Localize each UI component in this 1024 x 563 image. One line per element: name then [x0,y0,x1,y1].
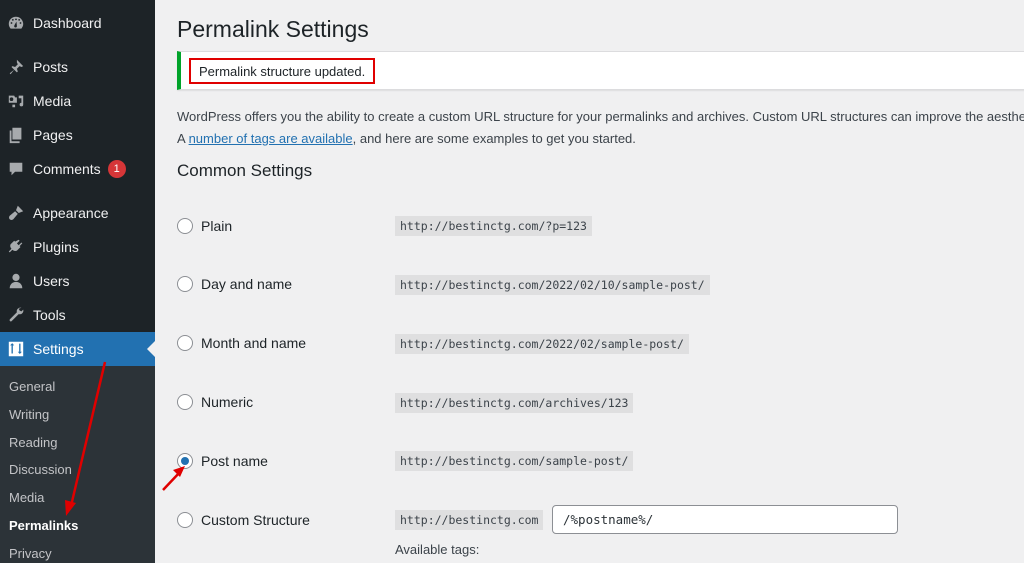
option-label[interactable]: Month and name [201,335,306,351]
pages-icon [6,125,26,145]
intro-line-1: WordPress offers you the ability to crea… [177,109,1024,124]
settings-sliders-icon [6,339,26,359]
radio-custom-structure[interactable] [177,512,193,528]
available-tags-label: Available tags: [395,542,480,557]
custom-structure-input[interactable] [552,505,898,534]
page-title: Permalink Settings [177,16,369,42]
intro-text: WordPress offers you the ability to crea… [177,106,1024,150]
radio-numeric[interactable] [177,394,193,410]
submenu-item-general[interactable]: General [9,379,55,394]
radio-month-and-name[interactable] [177,335,193,351]
sidebar-item-comments[interactable]: Comments 1 [0,152,155,186]
option-custom-structure: Custom Structure [177,508,310,532]
option-label[interactable]: Post name [201,453,268,469]
dashboard-icon [6,13,26,33]
sidebar-item-posts[interactable]: Posts [0,50,155,84]
option-label[interactable]: Plain [201,218,232,234]
sidebar-item-label: Posts [33,59,69,75]
sidebar-item-label: Pages [33,127,73,143]
paintbrush-icon [6,203,26,223]
admin-sidebar: Dashboard Posts Media Pages Comments 1 A… [0,0,155,563]
sidebar-item-plugins[interactable]: Plugins [0,230,155,264]
sidebar-item-label: Dashboard [33,15,102,31]
example-url-month-and-name: http://bestinctg.com/2022/02/sample-post… [395,334,689,354]
option-post-name: Post name [177,449,268,473]
notice-text: Permalink structure updated. [199,63,366,79]
submenu-item-media[interactable]: Media [9,490,44,505]
submenu-item-reading[interactable]: Reading [9,435,57,450]
tags-available-link[interactable]: number of tags are available [189,131,353,146]
option-numeric: Numeric [177,390,253,414]
option-label[interactable]: Day and name [201,276,292,292]
pin-icon [6,57,26,77]
option-month-and-name: Month and name [177,331,306,355]
comment-icon [6,159,26,179]
option-label[interactable]: Custom Structure [201,512,310,528]
wrench-icon [6,305,26,325]
custom-structure-prefix: http://bestinctg.com [395,510,544,530]
example-url-numeric: http://bestinctg.com/archives/123 [395,393,634,413]
user-icon [6,271,26,291]
settings-submenu: General Writing Reading Discussion Media… [0,366,155,563]
sidebar-item-settings[interactable]: Settings [0,332,155,366]
sidebar-item-label: Settings [33,341,84,357]
option-day-and-name: Day and name [177,272,292,296]
sidebar-item-media[interactable]: Media [0,84,155,118]
radio-post-name[interactable] [177,453,193,469]
main-content: Permalink Settings Permalink structure u… [155,0,1024,563]
sidebar-item-label: Plugins [33,239,79,255]
media-icon [6,91,26,111]
option-label[interactable]: Numeric [201,394,253,410]
option-plain: Plain [177,214,232,238]
plug-icon [6,237,26,257]
intro-prefix: A [177,131,189,146]
sidebar-item-label: Appearance [33,205,109,221]
example-url-plain: http://bestinctg.com/?p=123 [395,216,592,236]
sidebar-item-label: Comments [33,161,101,177]
sidebar-item-label: Users [33,273,70,289]
common-settings-heading: Common Settings [177,161,313,180]
submenu-item-discussion[interactable]: Discussion [9,462,72,477]
submenu-item-writing[interactable]: Writing [9,407,49,422]
sidebar-item-label: Media [33,93,72,109]
sidebar-item-label: Tools [33,307,66,323]
comments-count-badge: 1 [107,160,126,178]
notice-highlight-box: Permalink structure updated. [189,58,376,84]
sidebar-item-tools[interactable]: Tools [0,298,155,332]
intro-line-2: A number of tags are available, and here… [177,128,1024,150]
sidebar-item-appearance[interactable]: Appearance [0,196,155,230]
example-url-post-name: http://bestinctg.com/sample-post/ [395,451,634,471]
sidebar-item-pages[interactable]: Pages [0,118,155,152]
submenu-item-privacy[interactable]: Privacy [9,546,52,561]
submenu-item-permalinks[interactable]: Permalinks [9,518,78,533]
example-url-day-and-name: http://bestinctg.com/2022/02/10/sample-p… [395,275,710,295]
sidebar-item-users[interactable]: Users [0,264,155,298]
intro-suffix: , and here are some examples to get you … [352,131,636,146]
radio-plain[interactable] [177,218,193,234]
radio-day-and-name[interactable] [177,276,193,292]
success-notice: Permalink structure updated. [177,51,1024,90]
sidebar-item-dashboard[interactable]: Dashboard [0,6,155,40]
